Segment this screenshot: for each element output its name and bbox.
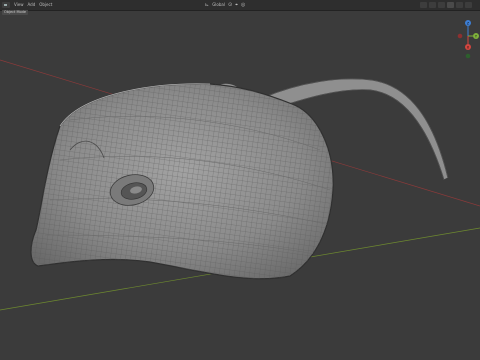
menu-object[interactable]: Object <box>38 0 53 10</box>
viewport-header: View Add Object ⊾ Global ⊙ ⌖ ◎ <box>0 0 480 11</box>
solid-shading-button[interactable] <box>447 2 454 8</box>
menu-add[interactable]: Add <box>27 0 37 10</box>
navigation-gizmo[interactable]: Z Y X <box>456 14 480 60</box>
visibility-icon[interactable] <box>420 2 427 8</box>
proportional-icon[interactable]: ◎ <box>241 0 245 10</box>
menu-view[interactable]: View <box>13 0 25 10</box>
stingray-mesh[interactable] <box>25 80 340 285</box>
material-shading-button[interactable] <box>456 2 463 8</box>
orientation-label[interactable]: Global <box>212 0 225 10</box>
snap-icon[interactable]: ⌖ <box>235 0 238 10</box>
mode-selector[interactable]: Object Mode <box>2 10 28 15</box>
overlay-icon[interactable] <box>429 2 436 8</box>
shading-buttons <box>420 0 472 10</box>
3d-viewport[interactable] <box>0 0 480 360</box>
pivot-icon[interactable]: ⊙ <box>228 0 232 10</box>
gizmo-neg-y-icon[interactable] <box>465 53 471 59</box>
orientation-icon[interactable]: ⊾ <box>205 0 209 10</box>
header-menu: View Add Object <box>2 0 53 10</box>
editor-type-icon[interactable] <box>2 2 10 8</box>
render-shading-button[interactable] <box>465 2 472 8</box>
gizmo-neg-x-icon[interactable] <box>457 33 463 39</box>
wireframe-shading-button[interactable] <box>438 2 445 8</box>
transform-orientation: ⊾ Global ⊙ ⌖ ◎ <box>205 0 245 10</box>
